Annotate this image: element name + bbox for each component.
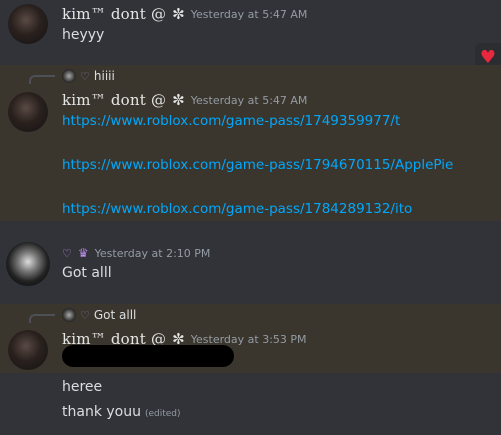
reply-line <box>29 314 55 323</box>
reply-text: Got alll <box>93 308 137 322</box>
reply-heart-icon: ♡ <box>80 308 90 322</box>
avatar[interactable] <box>8 330 48 370</box>
link-2[interactable]: https://www.roblox.com/game-pass/1794670… <box>62 157 453 173</box>
cannabis-leaf-icon: ✼ <box>172 4 185 23</box>
reply-avatar <box>62 308 76 322</box>
redacted-text <box>62 345 234 367</box>
reply-heart-icon: ♡ <box>80 69 90 83</box>
reply-line <box>29 75 55 84</box>
reply-avatar <box>62 69 76 83</box>
avatar[interactable] <box>8 4 48 44</box>
avatar[interactable] <box>8 92 48 132</box>
timestamp: Yesterday at 5:47 AM <box>190 93 308 107</box>
message-1: kim™ dont @ ✼ Yesterday at 5:47 AM heyyy <box>0 0 501 58</box>
message-2: ♡ hiiii kim™ dont @ ✼ Yesterday at 5:47 … <box>0 65 501 221</box>
link-3[interactable]: https://www.roblox.com/game-pass/1784289… <box>62 201 412 217</box>
edited-label: (edited) <box>144 409 181 419</box>
reply-preview[interactable]: ♡ Got alll <box>62 308 136 322</box>
timestamp: Yesterday at 3:53 PM <box>190 332 307 346</box>
message-text-line-1: heree <box>62 379 103 395</box>
reply-text: hiiii <box>93 69 115 83</box>
timestamp: Yesterday at 2:10 PM <box>94 246 211 260</box>
message-text: Got alll <box>62 265 112 281</box>
timestamp: Yesterday at 5:47 AM <box>190 7 308 21</box>
cannabis-leaf-icon: ✼ <box>172 90 185 109</box>
username[interactable]: kim™ dont @ <box>62 5 166 23</box>
message-text-line-2-row: thank youu (edited) <box>62 404 181 420</box>
username[interactable]: kim™ dont @ <box>62 91 166 109</box>
message-text: heyyy <box>62 27 105 43</box>
link-1[interactable]: https://www.roblox.com/game-pass/1749359… <box>62 113 400 129</box>
avatar[interactable] <box>6 242 50 286</box>
message-3: ♡ ♛ Yesterday at 2:10 PM Got alll <box>0 232 501 296</box>
crown-icon: ♛ <box>77 246 89 260</box>
message-text-line-2: thank youu <box>62 404 141 420</box>
heart-icon: ♡ <box>62 246 72 260</box>
reply-preview[interactable]: ♡ hiiii <box>62 69 115 83</box>
